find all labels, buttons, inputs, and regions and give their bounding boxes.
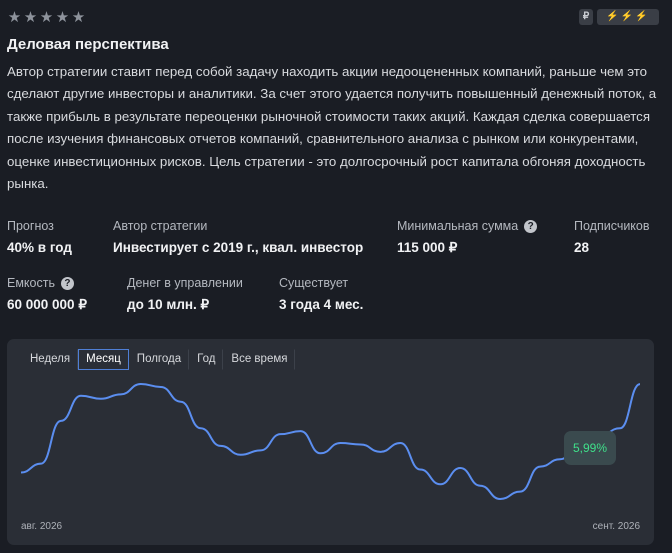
capacity-value: 60 000 000 ₽ xyxy=(7,297,87,312)
strategy-card: ★ ★ ★ ★ ★ ₽ ⚡⚡⚡ Деловая перспектива Автор ст… xyxy=(0,0,672,553)
author-label: Автор стратегии xyxy=(113,219,208,233)
star-icon: ★ xyxy=(23,9,38,26)
star-icon: ★ xyxy=(7,9,22,26)
chart-card: Неделя Месяц Полгода Год Все время 5,99%… xyxy=(7,339,654,545)
lightning-icon: ⚡⚡⚡ xyxy=(597,9,659,25)
star-icon: ★ xyxy=(55,9,70,26)
ruble-icon: ₽ xyxy=(579,9,593,25)
forecast-value: 40% в год xyxy=(7,240,72,255)
min-sum-label: Минимальная сумма ? xyxy=(397,219,538,233)
star-icon: ★ xyxy=(71,9,86,26)
badges: ₽ ⚡⚡⚡ xyxy=(579,9,659,25)
aum-value: до 10 млн. ₽ xyxy=(127,297,210,312)
exists-value: 3 года 4 мес. xyxy=(279,297,364,312)
help-icon[interactable]: ? xyxy=(60,276,74,290)
capacity-label: Емкость ? xyxy=(7,276,74,290)
chart-tooltip: 5,99% xyxy=(564,431,616,465)
exists-label: Существует xyxy=(279,276,349,290)
author-value: Инвестирует с 2019 г., квал. инвестор xyxy=(113,240,364,255)
x-axis-start-label: авг. 2026 xyxy=(21,521,63,532)
subscribers-value: 28 xyxy=(574,240,590,255)
strategy-title: Деловая перспектива xyxy=(7,36,169,53)
help-icon[interactable]: ? xyxy=(524,219,538,233)
min-sum-value: 115 000 ₽ xyxy=(397,240,458,255)
strategy-description: Автор стратегии ставит перед собой задач… xyxy=(7,64,657,192)
performance-chart xyxy=(20,382,641,501)
aum-label: Денег в управлении xyxy=(127,276,243,290)
subscribers-label: Подписчиков xyxy=(574,219,650,233)
star-icon: ★ xyxy=(39,9,54,26)
rating-stars: ★ ★ ★ ★ ★ xyxy=(7,9,86,26)
forecast-label: Прогноз xyxy=(7,219,54,233)
x-axis-end-label: сент. 2026 xyxy=(592,521,640,532)
series-line xyxy=(20,382,641,501)
